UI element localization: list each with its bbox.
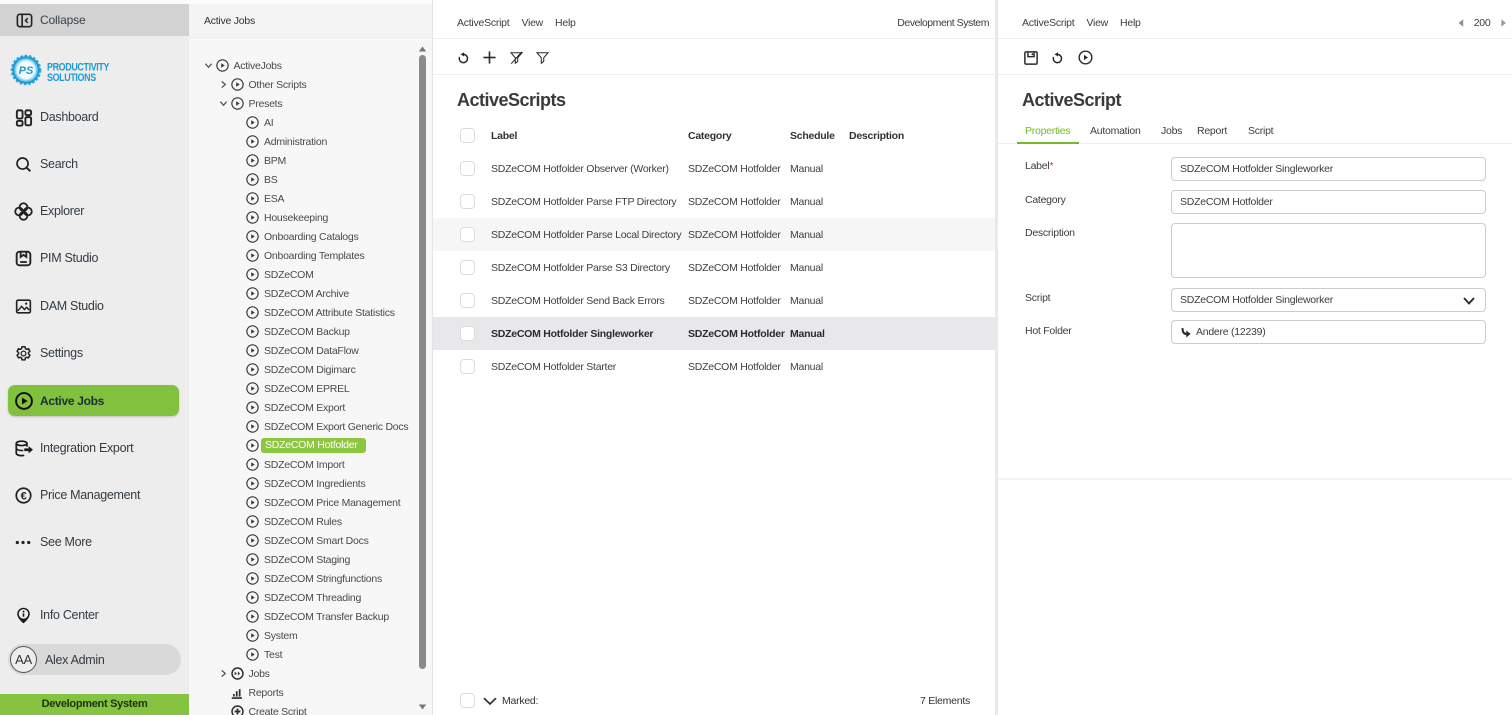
svg-text:€: € [21, 490, 27, 502]
svg-text:PS: PS [19, 65, 34, 77]
svg-text:SOLUTIONS: SOLUTIONS [47, 72, 97, 84]
